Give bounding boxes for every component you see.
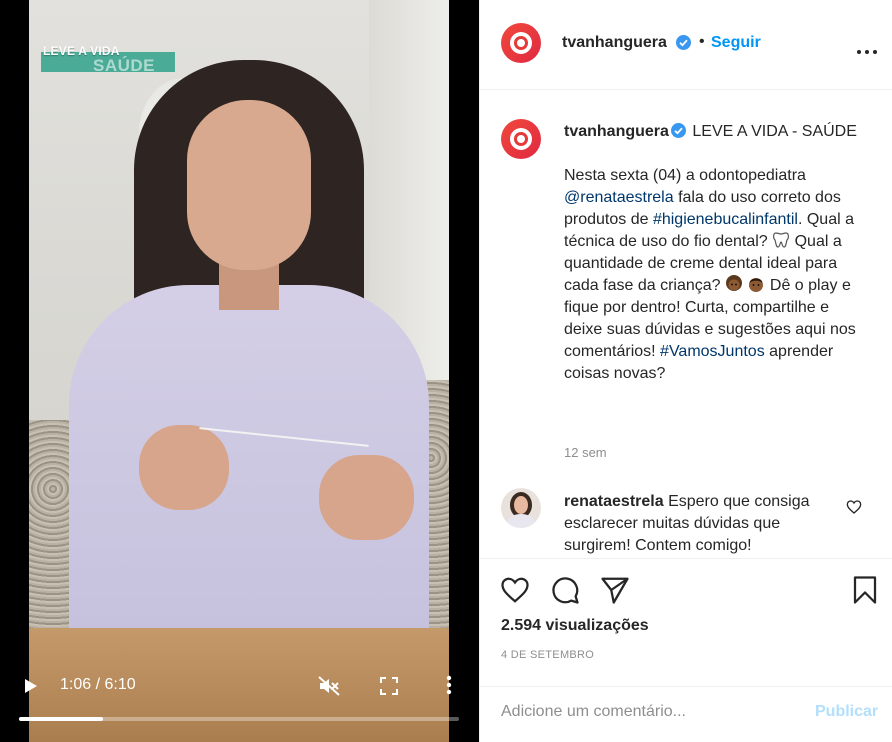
view-count[interactable]: 2.594 visualizações [501,617,649,635]
more-horizontal-icon[interactable] [856,42,878,54]
hashtag-link[interactable]: #higienebucalinfantil [653,211,798,228]
publish-button[interactable]: Publicar [815,703,878,721]
caption-time-ago[interactable]: 12 sem [564,445,607,460]
more-vertical-icon[interactable] [446,675,452,695]
comment-icon[interactable] [550,575,580,605]
caption-avatar[interactable] [501,119,541,159]
comment-input[interactable] [501,699,801,725]
video-frame: SAÚDE LEVE A VIDA [29,0,449,742]
post-caption: tvanhanguera LEVE A VIDA - SAÚDE Nesta s… [564,121,864,407]
girl-emoji-icon [725,275,743,293]
post-actions: 2.594 visualizações 4 DE SETEMBRO [480,558,892,700]
show-title-line1: LEVE A VIDA [43,44,120,58]
comments-section: tvanhanguera LEVE A VIDA - SAÚDE Nesta s… [480,91,892,557]
mention-link[interactable]: @renataestrela [564,189,674,206]
comment-item: renataestrela Espero que consiga esclare… [564,491,826,557]
video-controls: 1:06 / 6:10 [0,670,479,742]
avatar[interactable] [501,23,541,63]
post-date[interactable]: 4 DE SETEMBRO [501,649,594,661]
fullscreen-icon[interactable] [380,677,398,695]
play-icon[interactable] [22,678,38,694]
add-comment-bar: Publicar [480,686,892,742]
caption-text-1: Nesta sexta (04) a odontopediatra [564,167,806,184]
follow-button[interactable]: Seguir [711,34,761,52]
tooth-emoji-icon [772,231,790,249]
separator-dot: • [699,33,705,50]
header-username[interactable]: tvanhanguera [562,34,667,52]
hashtag-link[interactable]: #VamosJuntos [660,343,765,360]
caption-username[interactable]: tvanhanguera [564,123,669,140]
video-progress-bar[interactable] [19,717,459,721]
bookmark-icon[interactable] [850,575,880,605]
video-player[interactable]: SAÚDE LEVE A VIDA 1:06 / 6:10 [0,0,479,742]
caption-title: LEVE A VIDA - SAÚDE [692,123,857,140]
heart-icon[interactable] [500,575,530,605]
comment-like-heart-icon[interactable] [846,499,862,515]
video-time: 1:06 / 6:10 [60,676,136,693]
muted-speaker-icon[interactable] [318,676,340,696]
boy-emoji-icon [747,275,765,293]
video-progress-fill [19,717,103,721]
share-icon[interactable] [600,575,630,605]
commenter-avatar[interactable] [501,488,541,528]
post-panel: tvanhanguera • Seguir tvanhanguera LEVE … [479,0,892,742]
verified-badge-icon [676,35,691,50]
verified-badge-icon [670,123,686,138]
comment-username[interactable]: renataestrela [564,493,664,510]
show-title-line2: SAÚDE [93,56,156,75]
post-header: tvanhanguera • Seguir [480,0,892,90]
